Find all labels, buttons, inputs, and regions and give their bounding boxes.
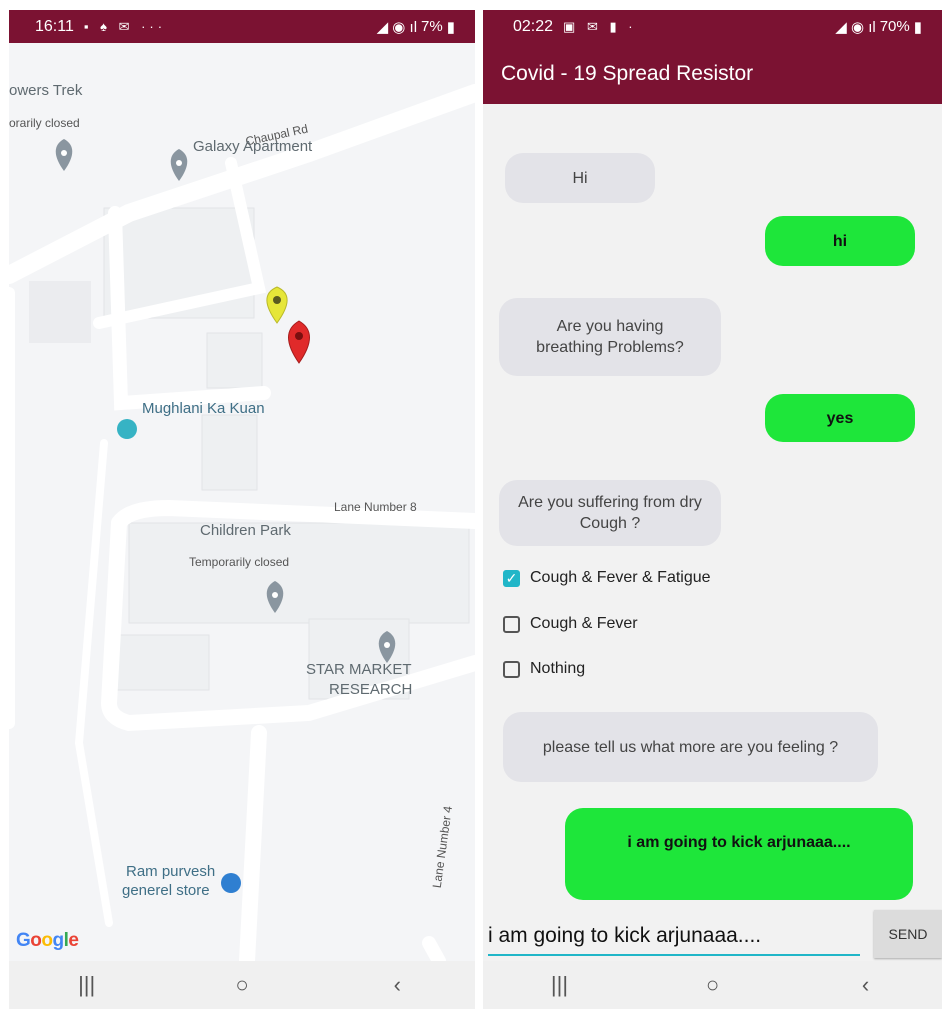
option-checkbox[interactable]: Nothing [503,660,585,678]
checkbox-checked-icon[interactable]: ✓ [503,569,520,587]
nav-bar: ||| ○ ‹ [483,961,942,1009]
store-pin-icon [221,873,241,893]
option-label: Cough & Fever & Fatigue [530,569,711,586]
status-bar: 16:11 ▪ ♠ ✉ ··· ◢ ◉ ıl 7% ▮ [9,10,475,43]
map-label-lane8: Lane Number 8 [334,500,417,514]
map-label-mughlani[interactable]: Mughlani Ka Kuan [142,400,265,417]
bot-message: Are you suffering from dry Cough ? [499,480,721,546]
option-label: Cough & Fever [530,615,638,632]
chat-screen: 02:22 ▣ ✉ ▮ · ◢ ◉ ıl 70% ▮ Covid - 19 Sp… [483,10,942,1009]
google-logo: Google [16,930,79,951]
send-button[interactable]: SEND [874,910,942,958]
red-marker-icon [288,320,310,364]
checkbox-icon[interactable] [503,615,520,633]
notification-icons: ▣ ✉ ▮ · [563,18,637,34]
battery-level: 7% [421,18,443,35]
mughlani-pin-icon [117,419,137,439]
signal-icon: ◢ ◉ ıl [835,18,876,36]
status-bar: 02:22 ▣ ✉ ▮ · ◢ ◉ ıl 70% ▮ [483,10,942,43]
bot-message: please tell us what more are you feeling… [503,712,878,782]
back-button[interactable]: ‹ [367,972,427,998]
battery-icon: ▮ [913,18,922,36]
battery-icon: ▮ [446,18,455,36]
clock: 16:11 [35,17,74,35]
notification-icons: ▪ ♠ ✉ ··· [83,18,167,34]
user-message: yes [765,394,915,442]
bot-message: Hi [505,153,655,203]
option-label: Nothing [530,660,586,677]
map-label-star-market[interactable]: STAR MARKET [306,661,412,678]
map-label-store[interactable]: generel store [122,882,210,899]
app-bar: Covid - 19 Spread Resistor [483,43,942,104]
clock: 02:22 [513,17,554,35]
checkbox-icon[interactable] [503,660,520,678]
battery-level: 70% [879,18,910,35]
map-label-closed: orarily closed [9,116,80,130]
home-button[interactable]: ○ [683,972,743,998]
map-label-children-park[interactable]: Children Park [200,522,291,539]
back-button[interactable]: ‹ [836,972,896,998]
recents-button[interactable]: ||| [530,972,590,998]
recents-button[interactable]: ||| [57,972,117,998]
option-checkbox[interactable]: ✓ Cough & Fever & Fatigue [503,569,711,587]
map-label-temp-closed: Temporarily closed [189,555,290,569]
home-button[interactable]: ○ [212,972,272,998]
user-message: hi [765,216,915,266]
user-message: i am going to kick arjunaaa.... [565,808,913,900]
nav-bar: ||| ○ ‹ [9,961,475,1009]
map-screen: 16:11 ▪ ♠ ✉ ··· ◢ ◉ ıl 7% ▮ owers Trek o… [9,10,475,1009]
message-input[interactable] [488,918,860,956]
yellow-marker-icon [266,286,288,324]
map-label-ram[interactable]: Ram purvesh [126,863,215,880]
bot-message: Are you having breathing Problems? [499,298,721,376]
map-label-trek[interactable]: owers Trek [9,82,82,99]
map-label-research[interactable]: RESEARCH [329,681,412,698]
map-label-galaxy[interactable]: Galaxy Apartment [193,138,312,155]
option-checkbox[interactable]: Cough & Fever [503,615,638,633]
app-title: Covid - 19 Spread Resistor [501,61,754,85]
signal-icon: ◢ ◉ ıl [376,18,418,36]
